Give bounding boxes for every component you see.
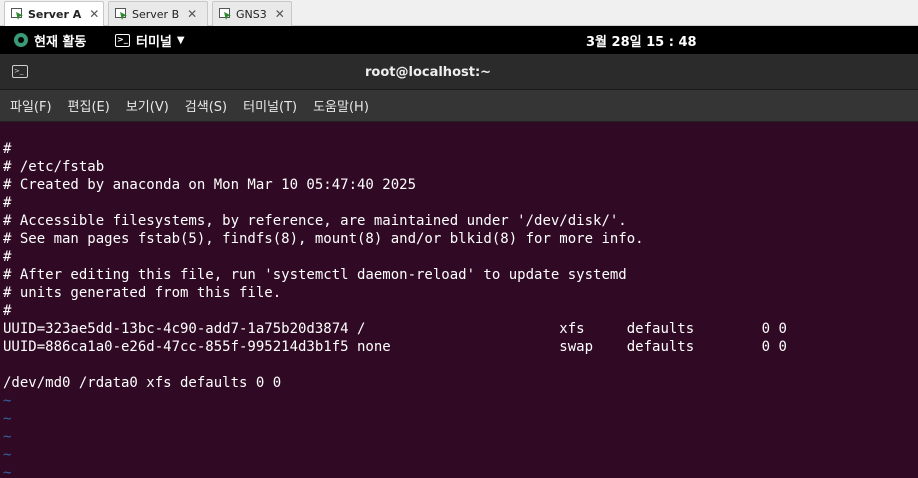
terminal-line: # See man pages fstab(5), findfs(8), mou… (3, 231, 644, 247)
chevron-down-icon: ▼ (176, 34, 185, 46)
terminal-line: # units generated from this file. (3, 285, 282, 301)
empty-line-marker: ~ (3, 465, 12, 478)
vm-tab-strip: Server A ✕ Server B ✕ GNS3 ✕ (0, 0, 918, 26)
window-title: root@localhost:~ (365, 64, 492, 80)
app-menu-button[interactable]: >_ 터미널 ▼ (115, 26, 185, 54)
terminal-line: # (3, 249, 12, 265)
terminal-line: # (3, 303, 12, 319)
terminal-icon: >_ (115, 33, 130, 47)
menu-help[interactable]: 도움말(H) (313, 96, 369, 115)
tab-gns3[interactable]: GNS3 ✕ (212, 1, 292, 26)
clock[interactable]: 3월 28일 15 : 48 (586, 26, 697, 54)
terminal-output[interactable]: # # /etc/fstab # Created by anaconda on Mo… (0, 122, 918, 478)
terminal-line: # /etc/fstab (3, 159, 105, 175)
menu-terminal[interactable]: 터미널(T) (243, 96, 297, 115)
terminal-line: # Accessible filesystems, by reference, … (3, 213, 627, 229)
activities-icon (14, 33, 28, 47)
terminal-line: # (3, 195, 12, 211)
empty-line-marker: ~ (3, 411, 12, 427)
terminal-line: # (3, 141, 12, 157)
tab-label: Server B (132, 7, 180, 21)
close-icon[interactable]: ✕ (187, 7, 197, 21)
terminal-line: UUID=323ae5dd-13bc-4c90-add7-1a75b20d387… (3, 321, 787, 337)
tab-server-b[interactable]: Server B ✕ (108, 1, 208, 26)
terminal-line: # After editing this file, run 'systemct… (3, 267, 627, 283)
app-menu-label: 터미널 (136, 34, 172, 50)
close-icon[interactable]: ✕ (275, 7, 285, 21)
tab-label: GNS3 (236, 7, 267, 21)
menu-search[interactable]: 검색(S) (185, 96, 227, 115)
vm-icon (115, 8, 128, 20)
empty-line-marker: ~ (3, 393, 12, 409)
empty-line-marker: ~ (3, 447, 12, 463)
terminal-header-bar: >_ root@localhost:~ (0, 54, 918, 90)
menu-view[interactable]: 보기(V) (126, 96, 169, 115)
tab-server-a[interactable]: Server A ✕ (4, 1, 104, 26)
menu-file[interactable]: 파일(F) (10, 96, 52, 115)
menu-edit[interactable]: 편집(E) (68, 96, 110, 115)
activities-button[interactable]: 현재 활동 (14, 26, 86, 54)
gnome-top-bar: 현재 활동 >_ 터미널 ▼ 3월 28일 15 : 48 (0, 26, 918, 54)
vm-icon (11, 8, 24, 20)
terminal-line: UUID=886ca1a0-e26d-47cc-855f-995214d3b1f… (3, 339, 787, 355)
terminal-line: /dev/md0 /rdata0 xfs defaults 0 0 (3, 375, 282, 391)
close-icon[interactable]: ✕ (89, 7, 99, 21)
menu-bar: 파일(F) 편집(E) 보기(V) 검색(S) 터미널(T) 도움말(H) (0, 90, 918, 122)
tab-label: Server A (28, 7, 82, 21)
empty-line-marker: ~ (3, 429, 12, 445)
vm-icon (219, 8, 232, 20)
activities-label: 현재 활동 (34, 34, 87, 50)
terminal-line: # Created by anaconda on Mon Mar 10 05:4… (3, 177, 417, 193)
